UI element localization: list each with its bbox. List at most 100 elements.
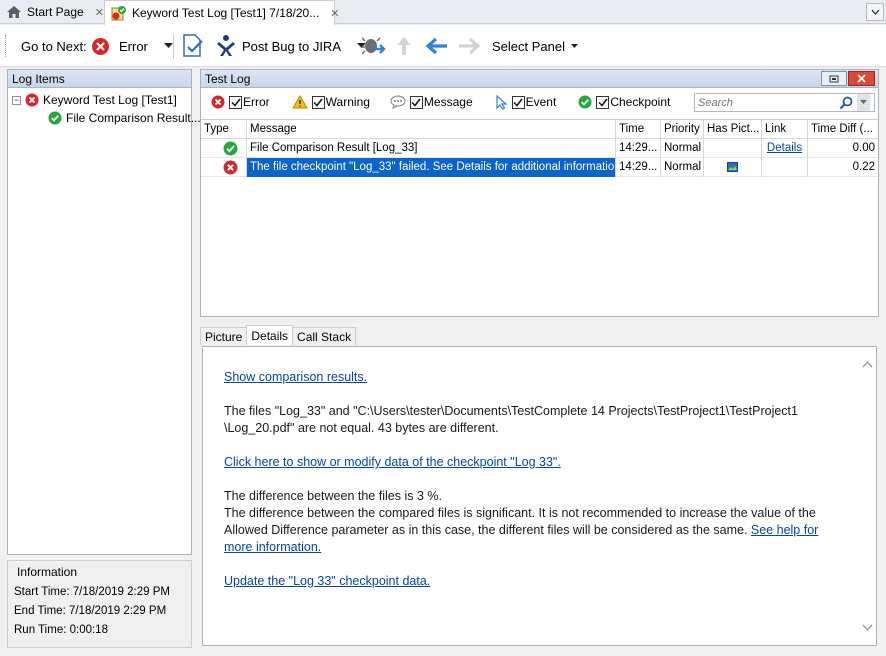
select-panel-dropdown[interactable]: Select Panel [492, 25, 578, 67]
post-bug-label: Post Bug to JIRA [242, 38, 341, 54]
tab-details[interactable]: Details [246, 325, 294, 345]
tab-start-page[interactable]: Start Page ✕ [0, 0, 110, 24]
close-panel-button[interactable] [848, 71, 875, 86]
toolbar-separator [173, 33, 174, 59]
tree-item-label: Keyword Test Log [Test1] [43, 93, 177, 107]
row-time-diff: 0.00 [852, 142, 875, 154]
end-time: End Time: 7/18/2019 2:29 PM [14, 605, 167, 617]
column-link[interactable]: Link [762, 119, 808, 139]
log-items-panel: Log Items − Keyword Test Log [Test1] Fil… [7, 69, 201, 555]
close-tab-icon[interactable]: ✕ [95, 6, 104, 19]
error-icon [211, 95, 225, 109]
details-link[interactable]: Details [767, 142, 802, 154]
view-checkpoint-button[interactable] [180, 25, 206, 67]
filter-checkpoint[interactable]: Checkpoint [578, 95, 670, 109]
column-time[interactable]: Time [616, 119, 661, 139]
row-has-picture [704, 138, 762, 158]
row-has-picture [704, 157, 762, 177]
log-grid: Type Message Time Priority Has Pict... L… [201, 119, 878, 177]
tab-picture[interactable]: Picture [200, 327, 248, 345]
filter-message[interactable]: Message [390, 95, 473, 109]
grid-header: Type Message Time Priority Has Pict... L… [201, 119, 878, 139]
restore-icon [829, 75, 839, 83]
toolbar-grip[interactable] [5, 35, 8, 57]
row-message: File Comparison Result [Log_33] [247, 138, 616, 158]
table-row-selected[interactable]: The file checkpoint "Log_33" failed. See… [201, 157, 878, 177]
picture-icon[interactable] [727, 162, 738, 172]
run-time: Run Time: 0:00:18 [14, 624, 108, 636]
back-button[interactable] [425, 25, 449, 67]
tree-item-label: File Comparison Result... [66, 111, 201, 125]
filter-event[interactable]: Event [495, 94, 556, 110]
event-checkbox[interactable] [511, 95, 525, 109]
tree-item-file-comparison[interactable]: File Comparison Result... [12, 109, 201, 127]
scroll-down-icon[interactable] [861, 624, 873, 631]
tab-keyword-test-log[interactable]: Keyword Test Log [Test1] 7/18/20... ✕ [104, 0, 339, 25]
column-priority[interactable]: Priority [661, 119, 704, 139]
start-time: Start Time: 7/18/2019 2:29 PM [14, 586, 170, 598]
home-icon [6, 5, 22, 19]
forward-button[interactable] [457, 25, 481, 67]
filter-label: Message [423, 95, 473, 109]
checkpoint-checkbox[interactable] [596, 95, 610, 109]
go-to-next-label: Go to Next: [21, 25, 87, 67]
jira-icon [216, 34, 236, 58]
row-link-cell [762, 157, 808, 177]
chevron-down-icon[interactable] [163, 43, 173, 49]
filter-warning[interactable]: Warning [291, 95, 370, 109]
tab-label: Start Page [27, 5, 84, 19]
arrow-right-icon [457, 37, 481, 55]
filter-error[interactable]: Error [211, 95, 270, 109]
go-to-next-error-button[interactable]: Error [91, 25, 173, 67]
error-checkbox[interactable] [229, 95, 242, 109]
tab-list-dropdown[interactable] [866, 3, 884, 21]
row-time: 14:29... [616, 138, 661, 158]
chevron-down-icon [571, 43, 578, 49]
filter-label: Checkpoint [610, 95, 671, 109]
search-icon[interactable] [839, 96, 853, 110]
tree-item-keyword-test-log[interactable]: − Keyword Test Log [Test1] [12, 91, 187, 109]
message-checkbox[interactable] [409, 95, 423, 109]
document-check-icon [180, 33, 206, 59]
arrow-left-icon [425, 37, 449, 55]
post-bug-to-jira-button[interactable]: Post Bug to JIRA [216, 25, 366, 67]
table-row[interactable]: File Comparison Result [Log_33] 14:29...… [201, 138, 878, 158]
search-box [694, 93, 875, 112]
row-link-cell: Details [762, 138, 808, 158]
cursor-icon [495, 94, 508, 110]
test-log-panel: Test Log Error Warning Message Event Che… [200, 69, 879, 317]
bug-jump-button[interactable] [362, 25, 386, 67]
column-type[interactable]: Type [201, 119, 247, 139]
scroll-up-icon[interactable] [861, 361, 873, 368]
warning-checkbox[interactable] [311, 95, 325, 109]
row-type [201, 157, 247, 177]
files-not-equal-line-2: \Log_20.pdf" are not equal. 43 bytes are… [224, 421, 499, 435]
close-tab-icon[interactable]: ✕ [330, 7, 339, 20]
collapse-toggle[interactable]: − [12, 95, 21, 105]
row-time-diff: 0.22 [852, 161, 875, 173]
search-input[interactable] [695, 96, 833, 109]
show-comparison-link[interactable]: Show comparison results. [224, 370, 367, 384]
tab-call-stack[interactable]: Call Stack [292, 327, 357, 345]
information-title: Information [17, 565, 78, 579]
row-type [201, 138, 247, 158]
column-time-diff[interactable]: Time Diff (... [808, 120, 878, 139]
significant-difference-text: The difference between the compared file… [224, 506, 816, 537]
update-checkpoint-link[interactable]: Update the "Log 33" checkpoint data. [224, 574, 430, 588]
files-not-equal-line-1: The files "Log_33" and "C:\Users\tester\… [224, 404, 798, 418]
document-tab-strip: Start Page ✕ Keyword Test Log [Test1] 7/… [0, 0, 886, 25]
go-to-parent-button[interactable] [395, 25, 413, 67]
information-panel: Information Start Time: 7/18/2019 2:29 P… [7, 560, 192, 648]
modify-checkpoint-link[interactable]: Click here to show or modify data of the… [224, 455, 561, 469]
column-message[interactable]: Message [247, 119, 616, 139]
vertical-scrollbar[interactable] [858, 347, 876, 645]
toolbar: Go to Next: Error Post Bug to JIRA Selec… [0, 25, 886, 67]
select-panel-label: Select Panel [492, 38, 565, 54]
restore-button[interactable] [821, 71, 847, 86]
error-button-label: Error [119, 38, 148, 54]
arrow-up-icon [395, 35, 413, 57]
column-has-picture[interactable]: Has Pict... [704, 119, 762, 139]
filter-label: Warning [325, 95, 370, 109]
search-options-dropdown[interactable] [857, 94, 870, 111]
chevron-down-icon [871, 9, 880, 15]
